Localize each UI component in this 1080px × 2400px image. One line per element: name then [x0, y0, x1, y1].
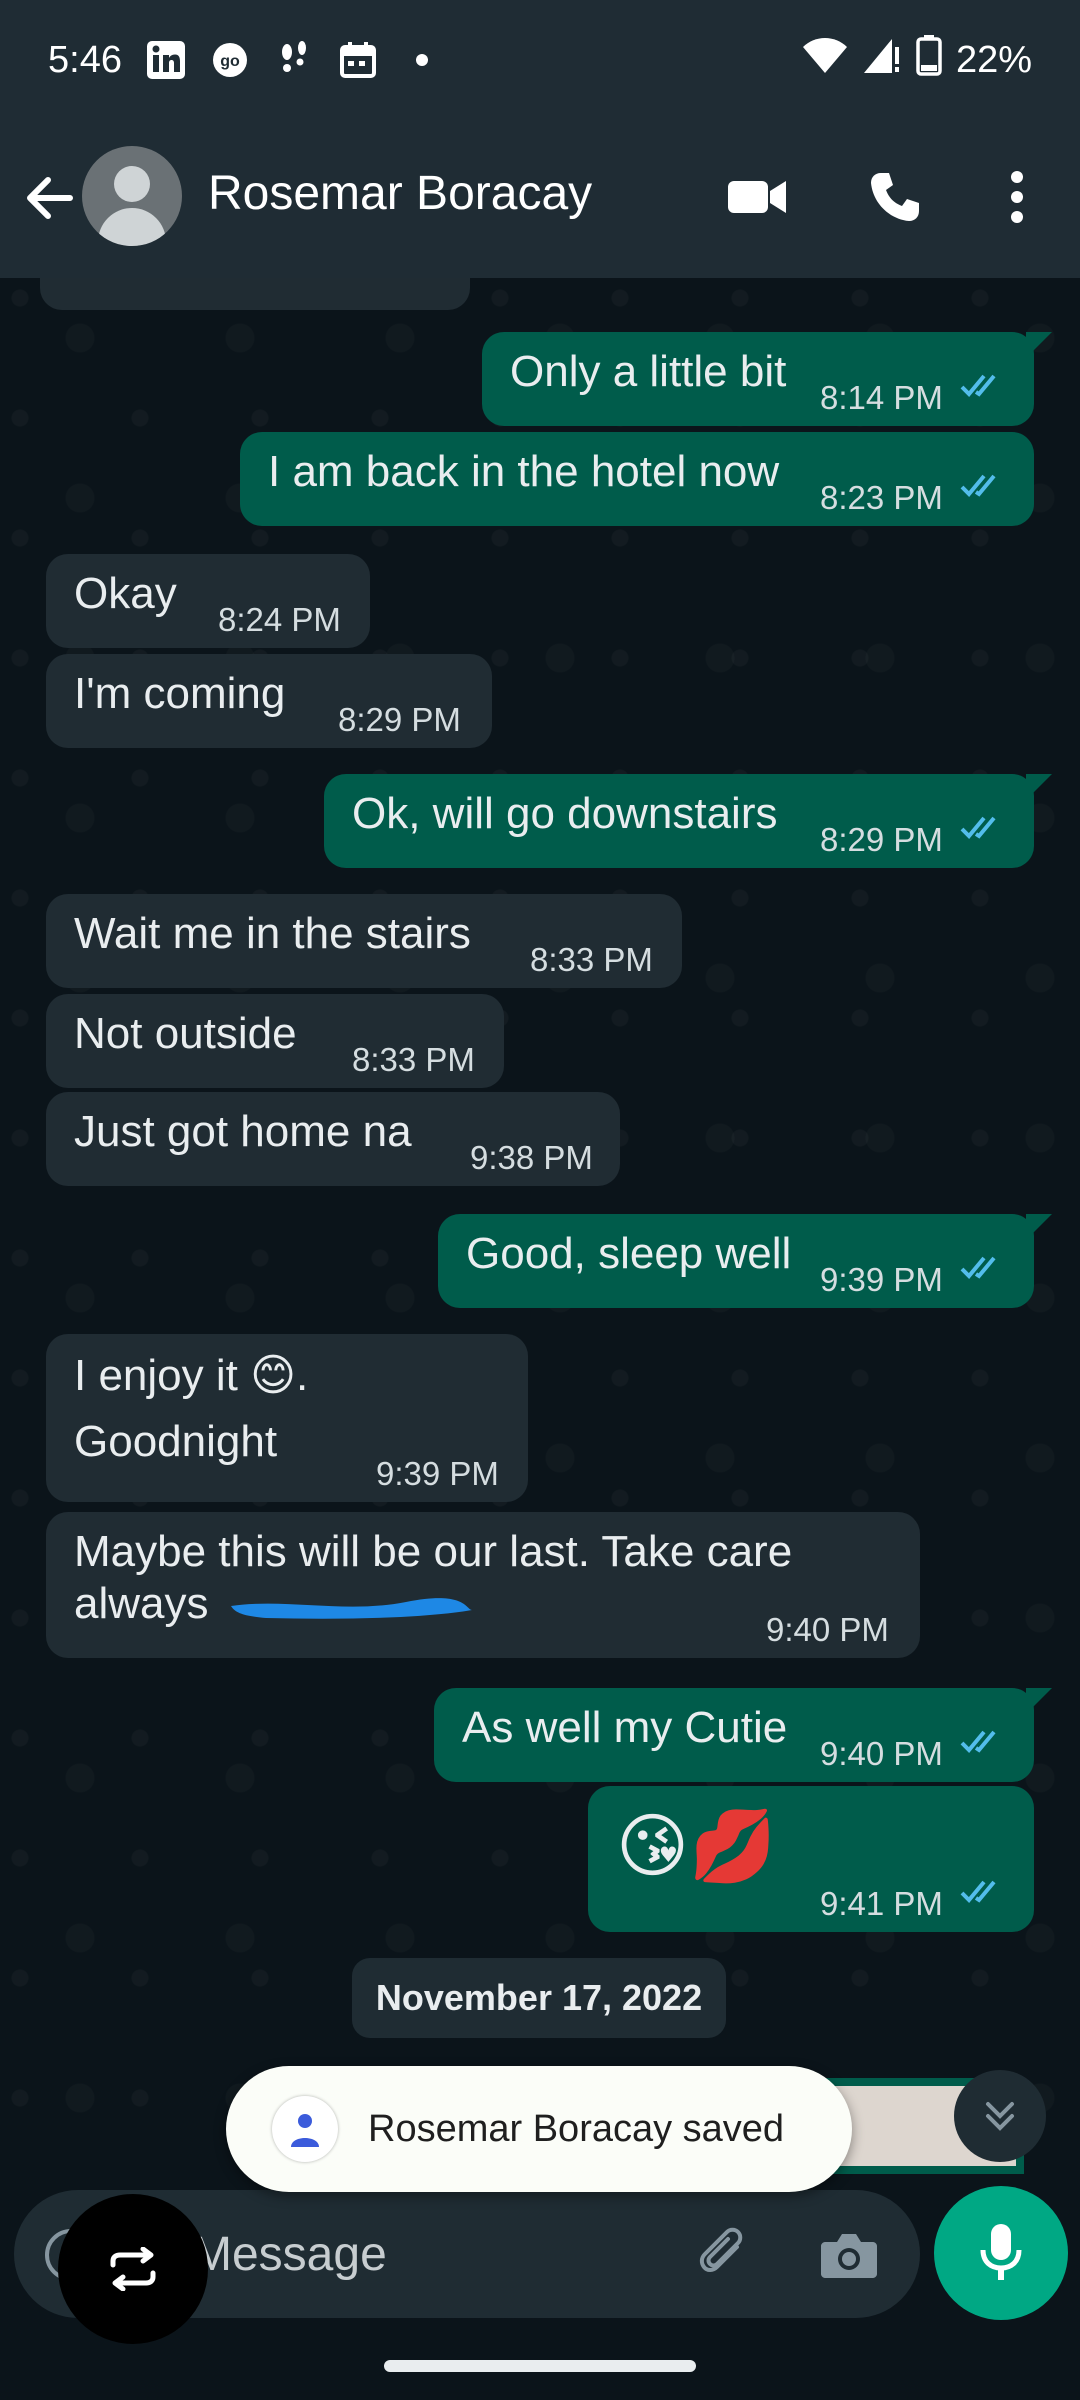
linkedin-icon	[144, 38, 188, 82]
floating-repeat-button[interactable]	[58, 2194, 208, 2344]
voice-call-icon[interactable]	[860, 162, 930, 232]
nav-bar	[0, 2330, 1080, 2400]
read-ticks-icon	[960, 374, 996, 397]
message-time: 9:39 PM	[820, 1261, 943, 1298]
battery-percent: 22%	[955, 38, 1032, 81]
contact-name[interactable]: Rosemar Boracay	[208, 166, 592, 221]
message-time: 8:29 PM	[820, 821, 943, 858]
scroll-down-button[interactable]	[954, 2070, 1046, 2162]
contact-icon	[272, 2096, 338, 2162]
status-time: 5:46	[48, 38, 122, 81]
message-time: 8:24 PM	[218, 601, 341, 638]
incoming-message[interactable]: Not outside 8:33 PM	[46, 994, 504, 1088]
contact-saved-toast: Rosemar Boracay saved	[226, 2066, 852, 2192]
mic-icon	[980, 2224, 1022, 2280]
message-input[interactable]	[190, 2218, 674, 2290]
home-indicator[interactable]	[384, 2360, 696, 2372]
svg-text:go: go	[220, 53, 240, 70]
outgoing-message[interactable]: Ok, will go downstairs 8:29 PM	[324, 774, 1052, 868]
attach-icon[interactable]	[690, 2220, 760, 2290]
message-time: 8:29 PM	[338, 701, 461, 738]
wifi-icon	[802, 35, 848, 85]
mic-button[interactable]	[934, 2186, 1068, 2320]
footprints-icon	[272, 38, 316, 82]
read-ticks-icon	[960, 474, 996, 497]
incoming-message[interactable]: I enjoy it 😊. Goodnight 9:39 PM	[46, 1334, 528, 1502]
signal-icon	[862, 35, 902, 85]
outgoing-message[interactable]: As well my Cutie 9:40 PM	[434, 1688, 1052, 1782]
top-bar: 5:46 go 22% Rosemar Boracay	[0, 0, 1080, 278]
incoming-message[interactable]: Okay 8:24 PM	[46, 554, 370, 648]
incoming-message[interactable]: Just got home na 9:38 PM	[46, 1092, 620, 1186]
redaction-scribble	[231, 1598, 472, 1619]
message-time: 9:38 PM	[470, 1139, 593, 1176]
read-ticks-icon	[960, 1730, 996, 1753]
message-time: 8:14 PM	[820, 379, 943, 416]
message-time: 8:33 PM	[352, 1041, 475, 1078]
more-vert-icon[interactable]	[982, 162, 1052, 232]
chat-area[interactable]: Only a little bit 8:14 PM I am back in t…	[0, 278, 1080, 2182]
double-chevron-down-icon	[986, 2102, 1014, 2131]
incoming-message[interactable]: I'm coming 8:29 PM	[46, 654, 492, 748]
outgoing-message[interactable]: I am back in the hotel now 8:23 PM	[240, 432, 1034, 526]
message-time: 9:40 PM	[820, 1735, 943, 1772]
outgoing-message[interactable]: Only a little bit 8:14 PM	[482, 332, 1052, 426]
cut-off-message	[40, 278, 470, 310]
incoming-message[interactable]: Maybe this will be our last. Take care a…	[46, 1512, 920, 1658]
status-bar: 5:46 go 22%	[0, 0, 1080, 120]
dot-icon	[400, 38, 444, 82]
go-icon: go	[208, 38, 252, 82]
read-ticks-icon	[960, 1256, 996, 1279]
camera-icon[interactable]	[814, 2220, 884, 2290]
read-ticks-icon	[960, 1880, 996, 1903]
message-time: 8:33 PM	[530, 941, 653, 978]
calendar-icon	[336, 38, 380, 82]
chat-header: Rosemar Boracay	[0, 140, 1080, 260]
video-call-icon[interactable]	[722, 162, 792, 232]
outgoing-emoji-message[interactable]: 😘💋 9:41 PM	[588, 1786, 1034, 1932]
read-ticks-icon	[960, 816, 996, 839]
battery-icon	[916, 34, 942, 86]
toast-text: Rosemar Boracay saved	[368, 2107, 785, 2150]
message-time: 9:41 PM	[820, 1885, 943, 1922]
message-time: 9:40 PM	[766, 1611, 889, 1648]
outgoing-message[interactable]: Good, sleep well 9:39 PM	[438, 1214, 1052, 1308]
date-separator: November 17, 2022	[352, 1958, 726, 2038]
message-time: 9:39 PM	[376, 1455, 499, 1492]
message-time: 8:23 PM	[820, 479, 943, 516]
back-arrow-icon[interactable]	[20, 168, 80, 228]
repeat-icon	[110, 2247, 156, 2291]
incoming-message[interactable]: Wait me in the stairs 8:33 PM	[46, 894, 682, 988]
avatar[interactable]	[82, 146, 182, 246]
